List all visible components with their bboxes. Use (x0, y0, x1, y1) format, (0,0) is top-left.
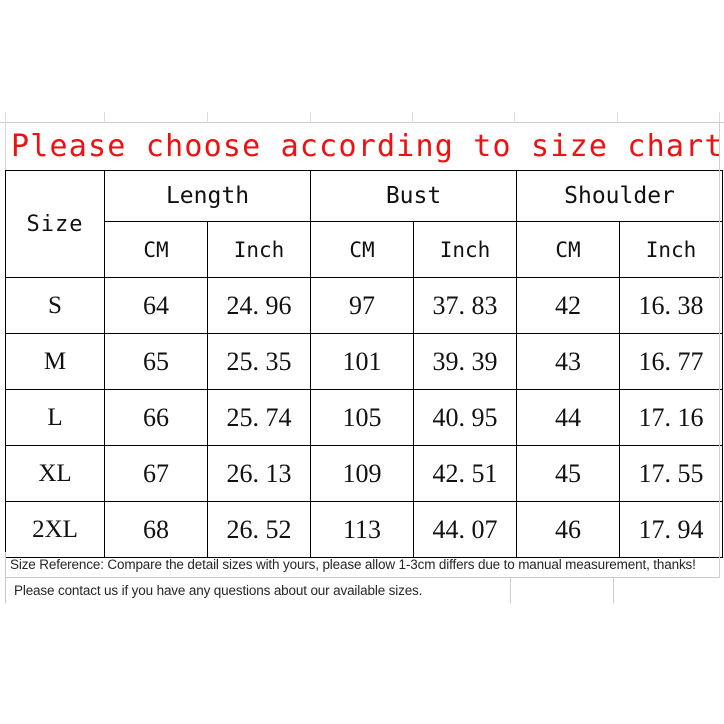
table-header-group-row: Size Length Bust Shoulder (5, 170, 724, 278)
cell-shoulder-inch: 17. 16 (619, 389, 724, 446)
contact-note-row: Please contact us if you have any questi… (5, 578, 720, 603)
page-title: Please choose according to size chart (11, 128, 724, 164)
cell-bust-inch: 44. 07 (412, 501, 518, 558)
cell-shoulder-cm: 43 (516, 333, 621, 390)
grid-tick (617, 112, 618, 123)
cell-length-cm: 67 (104, 445, 208, 502)
cell-shoulder-cm: 44 (516, 389, 621, 446)
column-header-shoulder: Shoulder (516, 170, 724, 222)
column-header-length-cm: CM (104, 221, 208, 278)
table-header-unit-row: CM Inch CM Inch CM Inch (6, 221, 724, 278)
grid-tick (310, 112, 311, 123)
cell-length-inch: 25. 74 (207, 389, 311, 446)
cell-shoulder-cm: 45 (516, 445, 621, 502)
grid-tick (104, 112, 105, 123)
cell-bust-cm: 101 (310, 333, 414, 390)
grid-tick (412, 112, 413, 123)
column-header-size: Size (5, 170, 105, 278)
cell-length-cm: 64 (104, 277, 208, 334)
grid-vertical-line (613, 578, 614, 603)
table-header: Size Length Bust Shoulder CM Inch CM Inc… (5, 170, 724, 278)
cell-length-inch: 24. 96 (207, 277, 311, 334)
cell-shoulder-inch: 16. 38 (619, 277, 724, 334)
contact-note: Please contact us if you have any questi… (14, 583, 423, 598)
cell-length-inch: 26. 13 (207, 445, 311, 502)
footer-notes: Size Reference: Compare the detail sizes… (5, 552, 720, 603)
size-chart-table: Size Length Bust Shoulder CM Inch CM Inc… (5, 170, 724, 558)
table-row: XL 67 26. 13 109 42. 51 45 17. 55 (5, 445, 724, 502)
cell-bust-inch: 40. 95 (412, 389, 518, 446)
cell-shoulder-inch: 16. 77 (619, 333, 724, 390)
size-chart-page: Please choose according to size chart Si… (0, 0, 724, 724)
table-row: 2XL 68 26. 52 113 44. 07 46 17. 94 (5, 501, 724, 558)
cell-shoulder-inch: 17. 94 (619, 501, 724, 558)
cell-length-cm: 68 (104, 501, 208, 558)
cell-size: L (5, 389, 105, 446)
column-header-shoulder-inch: Inch (619, 221, 724, 278)
cell-length-inch: 25. 35 (207, 333, 311, 390)
column-header-shoulder-cm: CM (516, 221, 621, 278)
table-body: S 64 24. 96 97 37. 83 42 16. 38 M 65 25.… (5, 277, 724, 558)
column-header-bust-inch: Inch (412, 221, 518, 278)
column-header-length-inch: Inch (207, 221, 311, 278)
cell-size: S (5, 277, 105, 334)
size-reference-note: Size Reference: Compare the detail sizes… (5, 552, 720, 578)
grid-vertical-line-right (719, 122, 720, 578)
cell-shoulder-cm: 42 (516, 277, 621, 334)
cell-size: 2XL (5, 501, 105, 558)
cell-bust-inch: 39. 39 (412, 333, 518, 390)
cell-shoulder-cm: 46 (516, 501, 621, 558)
cell-bust-inch: 42. 51 (412, 445, 518, 502)
cell-length-inch: 26. 52 (207, 501, 311, 558)
cell-bust-cm: 105 (310, 389, 414, 446)
cell-size: XL (5, 445, 105, 502)
chart-title-row: Please choose according to size chart (5, 124, 722, 169)
grid-vertical-line (510, 578, 511, 603)
grid-tick (514, 112, 515, 123)
table-row: S 64 24. 96 97 37. 83 42 16. 38 (5, 277, 724, 334)
cell-size: M (5, 333, 105, 390)
cell-shoulder-inch: 17. 55 (619, 445, 724, 502)
cell-length-cm: 65 (104, 333, 208, 390)
table-row: L 66 25. 74 105 40. 95 44 17. 16 (5, 389, 724, 446)
spreadsheet-gridline-top (0, 122, 724, 123)
cell-length-cm: 66 (104, 389, 208, 446)
column-header-bust-cm: CM (310, 221, 414, 278)
grid-tick (207, 112, 208, 123)
cell-bust-cm: 109 (310, 445, 414, 502)
column-header-length: Length (104, 170, 311, 222)
table-row: M 65 25. 35 101 39. 39 43 16. 77 (5, 333, 724, 390)
cell-bust-inch: 37. 83 (412, 277, 518, 334)
cell-bust-cm: 113 (310, 501, 414, 558)
column-header-bust: Bust (309, 170, 518, 222)
cell-bust-cm: 97 (310, 277, 414, 334)
